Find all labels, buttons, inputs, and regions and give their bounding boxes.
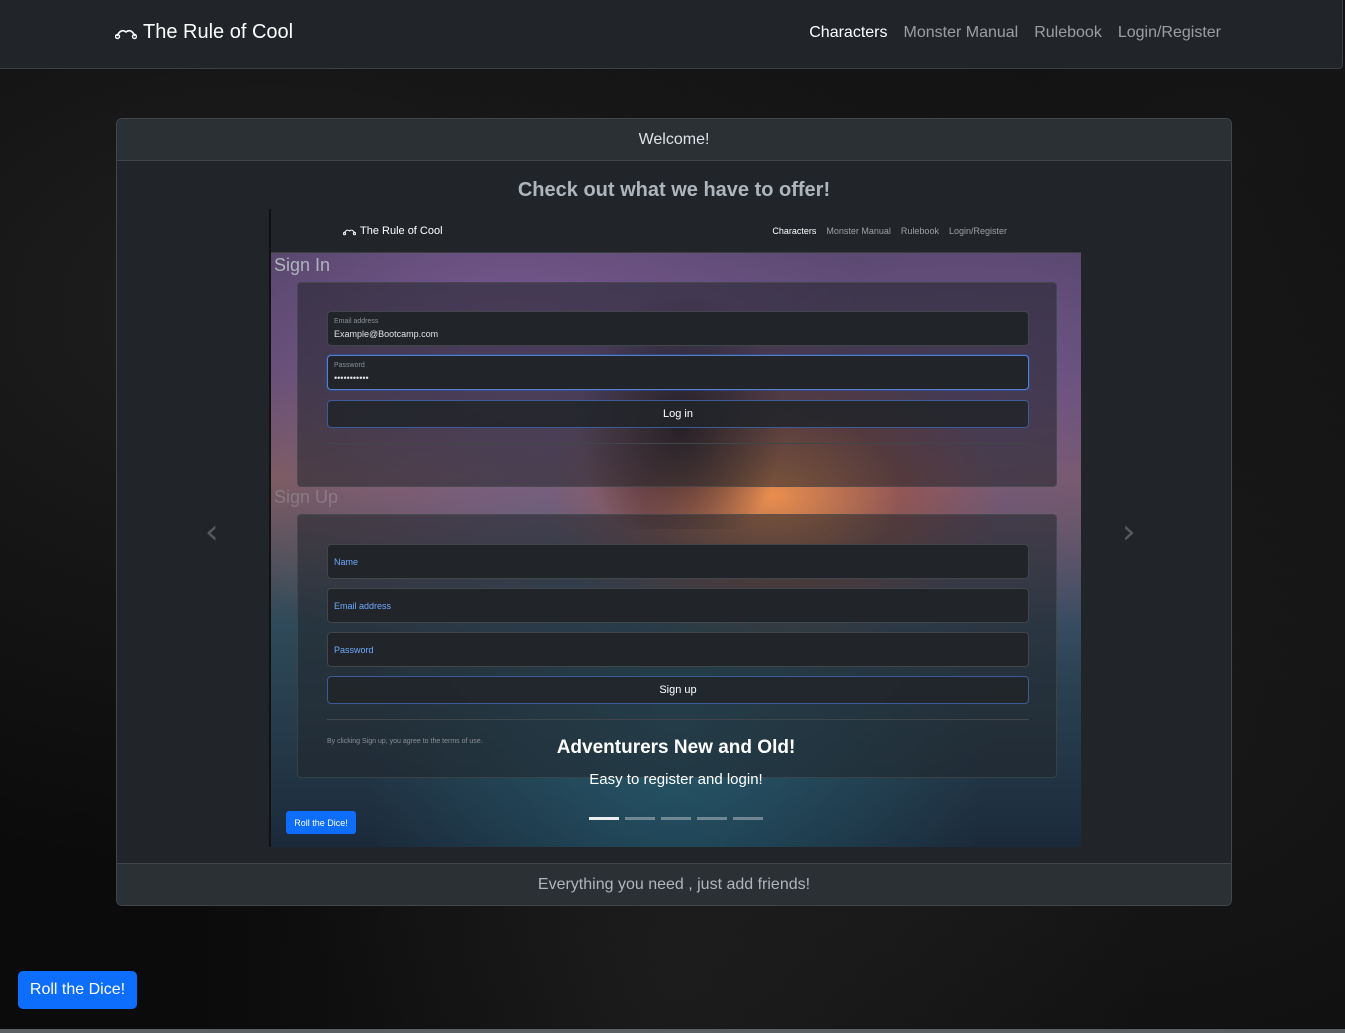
nav-links: Characters Monster Manual Rulebook Login… [809,24,1221,42]
sign-in-title: Sign In [274,255,331,275]
top-navbar: The Rule of Cool Characters Monster Manu… [0,0,1343,69]
signup-email-placeholder: Email address [334,601,392,611]
email-label: Email address [334,318,379,325]
slide-nav-links: Characters Monster Manual Rulebook Login… [772,226,1007,236]
brand-name: The Rule of Cool [143,21,294,43]
carousel-caption-text: Easy to register and login! [589,771,763,788]
sign-up-button: Sign up [327,676,1029,704]
carousel-indicator[interactable] [589,817,619,820]
divider [327,443,1029,444]
chevron-right-icon[interactable]: › [1122,512,1136,552]
carousel-caption-heading: Adventurers New and Old! [556,737,796,758]
carousel-indicator[interactable] [697,817,727,820]
signup-email-field: Email address [327,588,1029,623]
nav-login-register[interactable]: Login/Register [1118,24,1221,42]
card-title: Check out what we have to offer! [517,179,831,201]
sign-up-title: Sign Up [274,487,339,507]
carousel-indicator[interactable] [661,817,691,820]
password-label: Password [334,362,365,369]
slide-brand-name: The Rule of Cool [360,225,443,237]
slide-brand: The Rule of Cool [343,225,443,237]
roll-the-dice-button[interactable]: Roll the Dice! [18,971,137,1009]
carousel-indicator[interactable] [733,817,763,820]
slide-roll-dice-button: Roll the Dice! [286,811,356,834]
name-field: Name [327,544,1029,579]
signup-password-field: Password [327,632,1029,667]
card-footer: Everything you need , just add friends! [117,863,1231,905]
log-in-button: Log in [327,400,1029,428]
email-field: Email address Example@Bootcamp.com [327,311,1029,346]
signup-password-placeholder: Password [334,645,374,655]
nav-monster-manual[interactable]: Monster Manual [904,24,1019,42]
dice-bones-icon [115,29,137,39]
nav-rulebook[interactable]: Rulebook [1034,24,1102,42]
sign-in-form: Email address Example@Bootcamp.com Passw… [297,282,1057,487]
email-value: Example@Bootcamp.com [334,329,439,339]
slide-nav-login-register: Login/Register [948,226,1007,236]
slide-nav-characters: Characters [772,226,817,236]
slide-navbar: The Rule of Cool Characters Monster Manu… [271,209,1081,253]
carousel-indicator[interactable] [625,817,655,820]
carousel-slide: The Rule of Cool Characters Monster Manu… [269,209,1081,847]
divider [327,719,1029,720]
brand-link[interactable]: The Rule of Cool [115,21,293,44]
password-value: ••••••••••• [334,373,369,383]
slide-nav-rulebook: Rulebook [900,226,939,236]
carousel-indicators [589,817,763,820]
slide-nav-monster-manual: Monster Manual [826,226,891,236]
card-header: Welcome! [117,119,1231,161]
bottom-border [0,1029,1345,1033]
name-placeholder: Name [334,557,359,567]
dice-bones-icon [343,229,356,235]
nav-characters[interactable]: Characters [809,24,887,42]
chevron-left-icon[interactable]: ‹ [205,512,219,552]
password-field: Password ••••••••••• [327,355,1029,390]
